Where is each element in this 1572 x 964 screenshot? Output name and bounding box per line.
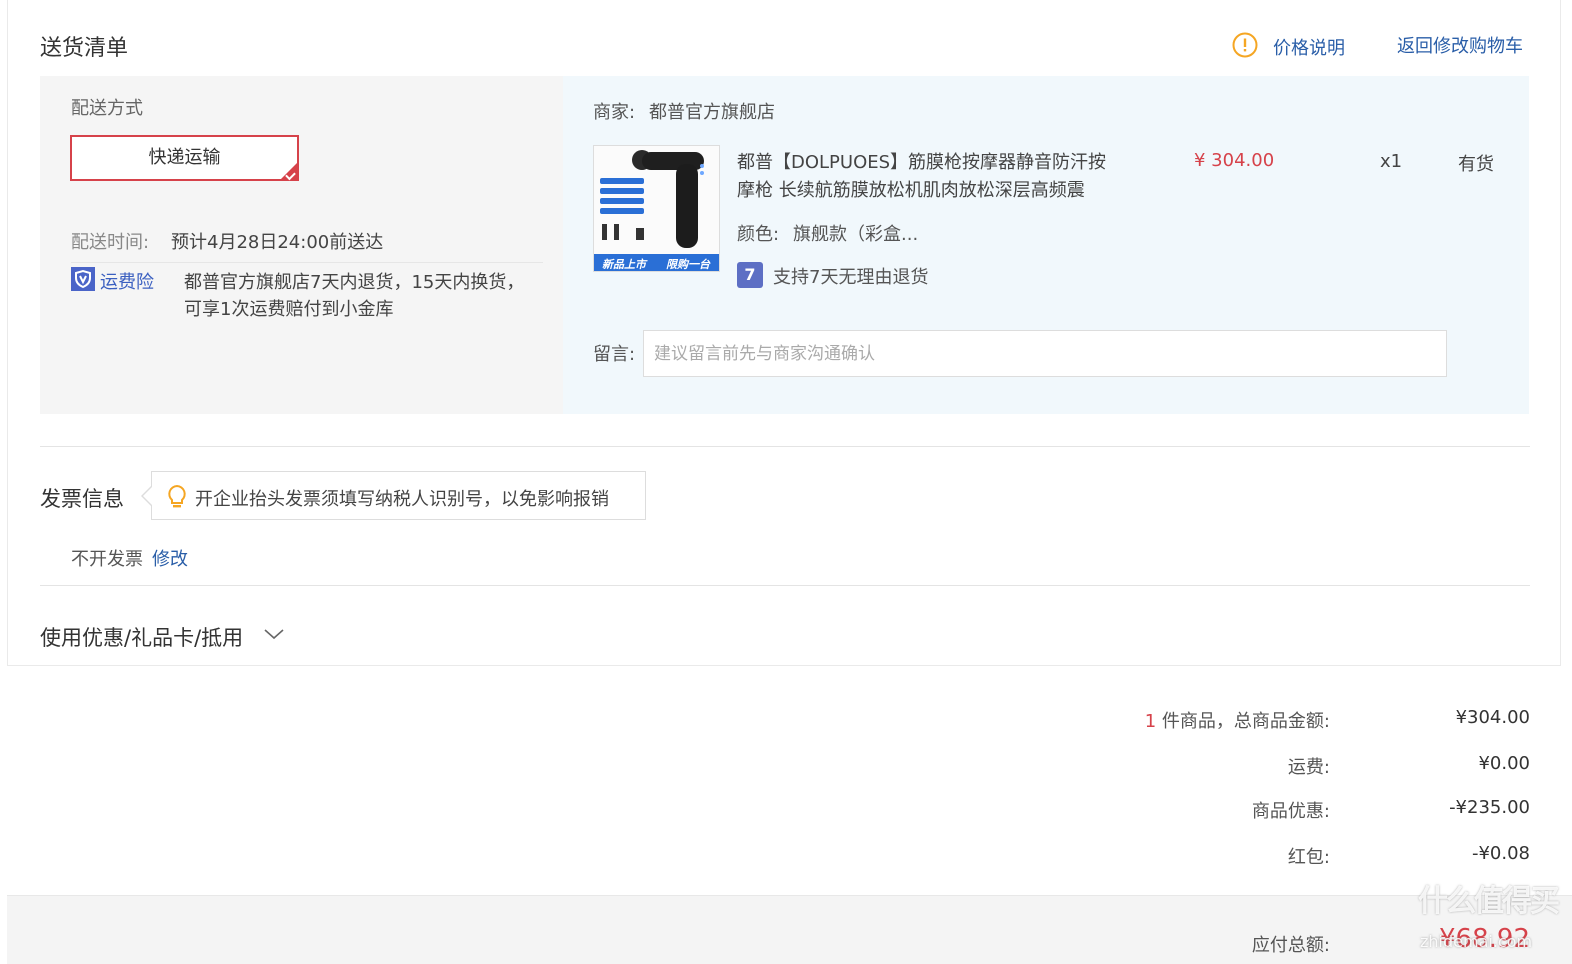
chevron-down-icon[interactable] <box>263 626 285 640</box>
insurance-text-line1: 都普官方旗舰店7天内退货，15天内换货， <box>184 272 525 293</box>
shipping-fee-label: 运费: <box>1287 757 1330 778</box>
divider <box>40 585 1530 586</box>
delivery-time-value: 预计4月28日24:00前送达 <box>171 232 384 253</box>
page-title: 送货清单 <box>40 36 129 61</box>
invoice-tip-box: 开企业抬头发票须填写纳税人识别号，以免影响报销 <box>141 471 646 520</box>
coupon-title: 使用优惠/礼品卡/抵用 <box>40 626 244 650</box>
product-title-line2[interactable]: 摩枪 长续航筋膜放松机肌肉放松深层高频震 <box>737 176 1085 202</box>
redpacket-label: 红包: <box>1287 847 1330 868</box>
image-banner-left: 新品上市 <box>602 258 646 271</box>
express-shipping-label: 快递运输 <box>148 147 221 168</box>
shipping-method-label: 配送方式 <box>71 98 143 119</box>
delivery-time-label: 配送时间: <box>71 232 150 253</box>
divider <box>71 262 543 263</box>
payable-label: 应付总额: <box>1251 935 1330 956</box>
invoice-tip-text: 开企业抬头发票须填写纳税人识别号，以免影响报销 <box>195 489 609 510</box>
return-policy-text: 支持7天无理由退货 <box>773 267 929 288</box>
watermark-logo: 什么值得买 <box>1418 884 1560 919</box>
shipping-fee-value: ¥0.00 <box>1478 753 1530 774</box>
seven-day-return-icon: 7 <box>737 262 763 288</box>
invoice-edit-link[interactable]: 修改 <box>152 545 188 571</box>
invoice-status: 不开发票 <box>71 549 143 570</box>
image-banner-right: 限购一台 <box>666 258 710 271</box>
watermark-domain: zhidemai.com <box>1420 932 1533 951</box>
items-total: ¥304.00 <box>1455 707 1530 728</box>
discount-label: 商品优惠: <box>1251 801 1330 822</box>
product-image[interactable]: 新品上市 限购一台 <box>593 145 720 272</box>
insurance-text-line2: 可享1次运费赔付到小金库 <box>184 299 394 320</box>
back-to-cart-link[interactable]: 返回修改购物车 <box>1397 32 1523 58</box>
invoice-title: 发票信息 <box>40 487 124 511</box>
message-label: 留言: <box>593 344 636 365</box>
product-quantity: x1 <box>1380 151 1403 172</box>
express-shipping-option[interactable]: 快递运输 <box>70 135 299 181</box>
redpacket-value: -¥0.08 <box>1471 843 1530 864</box>
merchant-name: 都普官方旗舰店 <box>649 102 775 123</box>
coupon-section-toggle[interactable]: 使用优惠/礼品卡/抵用 <box>40 622 243 652</box>
payable-bar <box>7 895 1572 964</box>
product-price: ¥ 304.00 <box>1194 150 1275 171</box>
freight-insurance-link[interactable]: 运费险 <box>100 268 154 294</box>
shield-icon <box>71 267 95 291</box>
merchant-label: 商家: <box>593 102 636 123</box>
divider <box>40 446 1530 447</box>
items-label: 件商品，总商品金额: <box>1161 711 1330 732</box>
product-color-label: 颜色: <box>737 224 780 245</box>
product-title-line1[interactable]: 都普【DOLPUOES】筋膜枪按摩器静音防汗按 <box>737 148 1106 174</box>
info-icon[interactable] <box>1232 32 1258 58</box>
discount-value: -¥235.00 <box>1449 797 1530 818</box>
items-summary-label: 1 件商品，总商品金额: <box>1145 707 1330 733</box>
message-input[interactable] <box>643 330 1447 377</box>
lightbulb-icon <box>166 484 188 510</box>
tip-arrow-inner <box>143 486 153 506</box>
product-color-value: 旗舰款（彩盒... <box>793 224 919 245</box>
item-count: 1 <box>1144 711 1157 732</box>
product-stock: 有货 <box>1458 154 1494 175</box>
price-note-link[interactable]: 价格说明 <box>1273 34 1345 60</box>
